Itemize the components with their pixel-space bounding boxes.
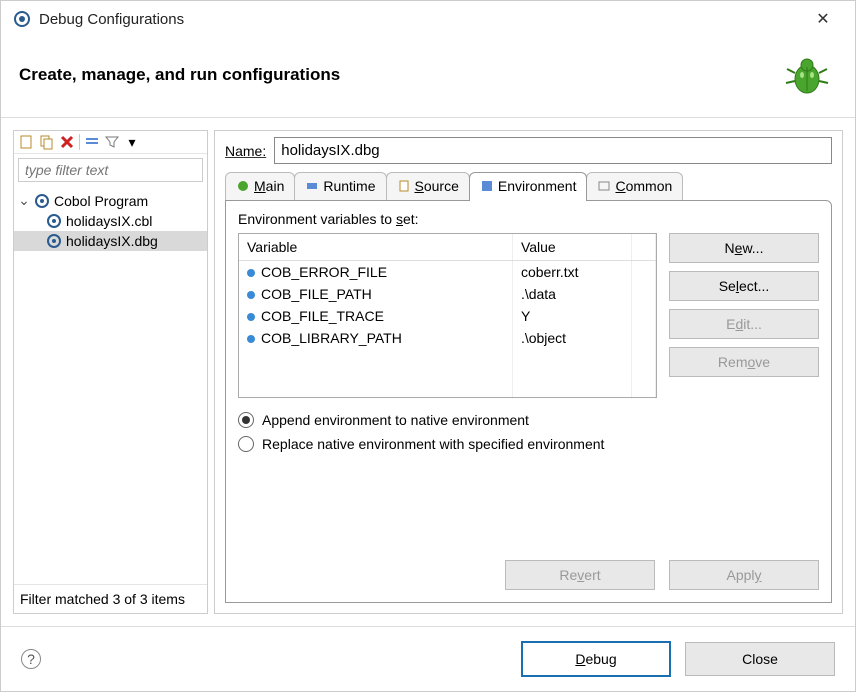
tree-toolbar: ▾ [14, 131, 207, 154]
common-tab-icon [597, 179, 611, 193]
revert-button: Revert [505, 560, 655, 590]
dialog-footer: ? Debug Close [1, 626, 855, 691]
cobol-file-icon [46, 213, 62, 229]
col-variable[interactable]: Variable [239, 234, 512, 261]
banner: Create, manage, and run configurations [1, 37, 855, 118]
table-row[interactable]: COB_ERROR_FILEcoberr.txt [239, 261, 656, 284]
table-row[interactable]: COB_LIBRARY_PATH.\object [239, 327, 656, 349]
app-icon [13, 10, 31, 28]
close-button[interactable]: Close [685, 642, 835, 676]
filter-icon[interactable] [104, 134, 120, 150]
tab-main-rest: ain [266, 178, 285, 194]
debug-button[interactable]: Debug [521, 641, 671, 677]
titlebar: Debug Configurations ✕ [1, 1, 855, 37]
tree-item-label: holidaysIX.cbl [66, 213, 152, 229]
name-label: Name: [225, 143, 266, 159]
source-tab-icon [397, 179, 411, 193]
tree-item-holidaysix-dbg[interactable]: holidaysIX.dbg [14, 231, 207, 251]
bug-icon [783, 51, 831, 99]
tree-item-label: holidaysIX.dbg [66, 233, 158, 249]
help-icon[interactable]: ? [21, 649, 41, 669]
filter-status: Filter matched 3 of 3 items [14, 584, 207, 613]
tree-item-holidaysix-cbl[interactable]: holidaysIX.cbl [14, 211, 207, 231]
radio-icon [238, 412, 254, 428]
name-row: Name: [225, 137, 832, 164]
tab-source[interactable]: Source [386, 172, 470, 201]
main-tab-icon [236, 179, 250, 193]
chevron-down-icon[interactable]: ⌄ [18, 192, 30, 209]
table-row[interactable]: COB_FILE_TRACEY [239, 305, 656, 327]
tab-body-environment: Environment variables to set: Variable V… [225, 200, 832, 603]
collapse-all-icon[interactable] [84, 134, 100, 150]
cobol-program-icon [34, 193, 50, 209]
env-area: Variable Value COB_ERROR_FILEcoberr.txtC… [238, 233, 819, 398]
runtime-tab-icon [305, 179, 319, 193]
cobol-file-icon [46, 233, 62, 249]
new-button[interactable]: New... [669, 233, 819, 263]
env-table[interactable]: Variable Value COB_ERROR_FILEcoberr.txtC… [238, 233, 657, 398]
table-row[interactable]: COB_FILE_PATH.\data [239, 283, 656, 305]
window-title: Debug Configurations [39, 11, 803, 28]
tree-root-cobol-program[interactable]: ⌄ Cobol Program [14, 190, 207, 211]
tab-main[interactable]: Main [225, 172, 295, 201]
delete-config-icon[interactable] [59, 134, 75, 150]
config-tree: ⌄ Cobol Program holidaysIX.cbl holidaysI… [14, 186, 207, 584]
env-heading: Environment variables to set: [238, 211, 819, 227]
tab-environment[interactable]: Environment [469, 172, 588, 201]
banner-subtitle: Create, manage, and run configurations [19, 65, 783, 85]
name-input[interactable] [274, 137, 832, 164]
apply-button: Apply [669, 560, 819, 590]
new-config-icon[interactable] [19, 134, 35, 150]
select-button[interactable]: Select... [669, 271, 819, 301]
env-radio-group: Append environment to native environment… [238, 412, 819, 452]
radio-append[interactable]: Append environment to native environment [238, 412, 819, 428]
config-editor-panel: Name: Main Runtime Source Environment [214, 130, 843, 614]
col-value[interactable]: Value [512, 234, 631, 261]
duplicate-config-icon[interactable] [39, 134, 55, 150]
right-footer: Revert Apply [238, 550, 819, 590]
tabs: Main Runtime Source Environment Common [225, 172, 832, 201]
environment-tab-icon [480, 179, 494, 193]
filter-input[interactable] [18, 158, 203, 182]
config-tree-panel: ▾ ⌄ Cobol Program holidaysIX.cbl holiday… [13, 130, 208, 614]
remove-button: Remove [669, 347, 819, 377]
toolbar-dropdown-icon[interactable]: ▾ [124, 134, 140, 150]
main-split: ▾ ⌄ Cobol Program holidaysIX.cbl holiday… [1, 118, 855, 626]
radio-replace[interactable]: Replace native environment with specifie… [238, 436, 819, 452]
env-buttons: New... Select... Edit... Remove [669, 233, 819, 398]
close-icon[interactable]: ✕ [803, 9, 843, 29]
tab-common[interactable]: Common [586, 172, 683, 201]
tree-root-label: Cobol Program [54, 193, 148, 209]
tab-runtime[interactable]: Runtime [294, 172, 386, 201]
edit-button: Edit... [669, 309, 819, 339]
radio-icon [238, 436, 254, 452]
